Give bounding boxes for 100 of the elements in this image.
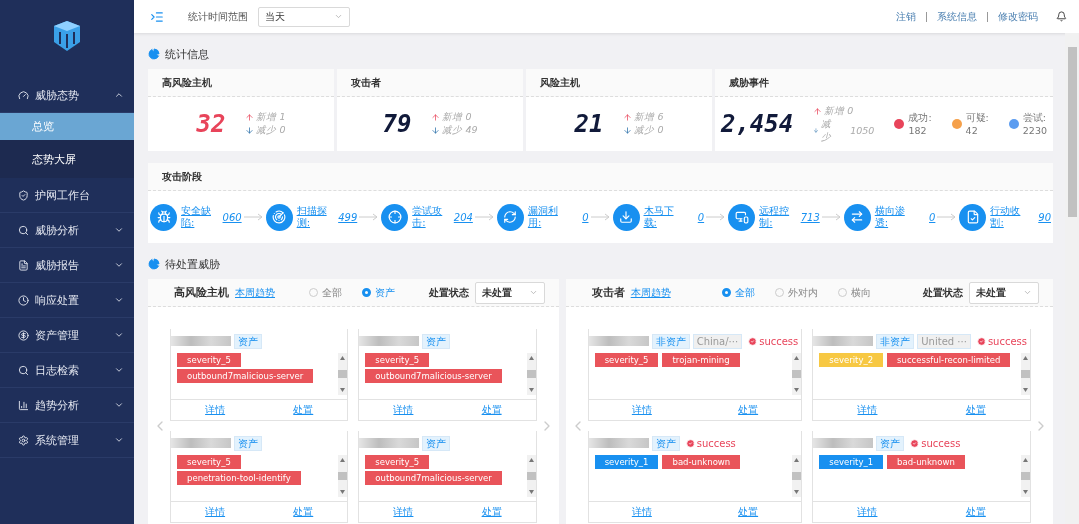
stage-count[interactable]: 0 <box>929 211 936 223</box>
scroll-bar[interactable] <box>338 353 348 395</box>
header-link[interactable]: 注销 <box>896 9 916 24</box>
asset-tag: 资产 <box>422 333 451 349</box>
status-tag: success <box>682 436 739 450</box>
severity-label: severity_1 <box>594 455 659 469</box>
scroll-bar[interactable] <box>1021 353 1030 395</box>
radio-option[interactable]: 全部 <box>722 285 756 300</box>
time-select[interactable]: 当天 <box>258 6 350 27</box>
added-count: 新增 1 <box>256 111 286 124</box>
action-link[interactable]: 处置 <box>965 505 986 519</box>
stage-count[interactable]: 499 <box>338 211 358 223</box>
radio-option[interactable]: 全部 <box>308 285 342 300</box>
stage-link[interactable]: 横向渗透: <box>874 205 915 229</box>
severity-label: severity_5 <box>594 353 659 367</box>
asset-tag: 资产 <box>234 435 262 451</box>
severity-label: bad-unknown <box>662 455 741 469</box>
arrow-down-icon <box>245 126 255 135</box>
nav-item[interactable]: 趋势分析 <box>0 388 134 423</box>
trend-link[interactable]: 本周趋势 <box>630 285 671 300</box>
action-link[interactable]: 处置 <box>481 505 502 519</box>
action-link[interactable]: 详情 <box>857 505 878 519</box>
action-link[interactable]: 详情 <box>631 505 652 519</box>
severity-label: severity_5 <box>365 353 430 367</box>
monitor-icon <box>728 203 756 231</box>
scroll-bar[interactable] <box>338 455 348 497</box>
stage-count[interactable]: 90 <box>1038 211 1051 223</box>
stage-count[interactable]: 204 <box>453 211 473 223</box>
status-select[interactable]: 未处置 <box>969 281 1039 304</box>
nav-item[interactable]: 威胁分析 <box>0 213 134 248</box>
action-link[interactable]: 详情 <box>205 403 226 417</box>
action-link[interactable]: 详情 <box>205 505 226 519</box>
removed-count: 减少 49 <box>442 124 478 137</box>
arrows-icon <box>843 203 871 231</box>
action-link[interactable]: 处置 <box>738 505 759 519</box>
scroll-bar[interactable] <box>1021 455 1030 497</box>
card-title: 攻击者 <box>337 69 523 97</box>
redacted-text <box>813 336 874 346</box>
nav-item[interactable]: 护网工作台 <box>0 178 134 213</box>
breakdown-label: 尝试: <box>1022 112 1047 125</box>
nav-item[interactable]: 资产管理 <box>0 318 134 353</box>
stage-count[interactable]: 0 <box>582 211 589 223</box>
stage-link[interactable]: 漏洞利用: <box>527 205 568 229</box>
chevron-down-icon <box>334 12 343 21</box>
scroll-bar[interactable] <box>792 353 802 395</box>
arrow-up-icon <box>813 106 823 116</box>
card-title: 风险主机 <box>525 69 712 97</box>
header-link[interactable]: 修改密码 <box>998 9 1038 24</box>
document-icon <box>18 259 29 271</box>
severity-label: outbound7malicious-server <box>177 369 314 383</box>
settings-icon <box>18 434 29 446</box>
radio-option[interactable]: 资产 <box>361 285 395 300</box>
header-link[interactable]: 系统信息 <box>937 9 977 24</box>
menu-toggle-icon[interactable] <box>150 9 164 24</box>
nav-subitem[interactable]: 总览 <box>0 113 134 140</box>
stage-link[interactable]: 安全缺陷: <box>181 205 219 229</box>
action-link[interactable]: 详情 <box>631 403 652 417</box>
stage-count[interactable]: 060 <box>222 211 242 223</box>
action-link[interactable]: 处置 <box>293 505 314 519</box>
radio-option[interactable]: 横向 <box>838 285 872 300</box>
stage-count[interactable]: 713 <box>800 211 820 223</box>
action-link[interactable]: 处置 <box>965 403 986 417</box>
status-select[interactable]: 未处置 <box>474 281 545 304</box>
action-link[interactable]: 详情 <box>857 403 878 417</box>
severity-label: bad-unknown <box>887 455 965 469</box>
search-icon <box>18 364 29 376</box>
action-link[interactable]: 详情 <box>393 505 414 519</box>
chevron-down-icon <box>114 330 124 340</box>
scroll-bar[interactable] <box>526 353 536 395</box>
scroll-bar[interactable] <box>526 455 536 497</box>
scroll-bar[interactable] <box>792 455 802 497</box>
action-link[interactable]: 处置 <box>293 403 314 417</box>
chevron-down-icon <box>114 365 124 375</box>
bell-icon[interactable] <box>1056 11 1067 22</box>
severity-label: severity_2 <box>819 353 884 367</box>
stage-count[interactable]: 0 <box>697 211 705 223</box>
document-check-icon <box>959 203 987 231</box>
severity-label: severity_5 <box>177 455 241 469</box>
action-link[interactable]: 详情 <box>393 403 414 417</box>
action-link[interactable]: 处置 <box>481 403 502 417</box>
stage-link[interactable]: 远程控制: <box>759 205 797 229</box>
stage-link[interactable]: 扫描探测: <box>296 205 335 229</box>
stage-link[interactable]: 木马下载: <box>643 205 684 229</box>
asset-tag: 资产 <box>234 333 262 349</box>
nav-item[interactable]: 威胁报告 <box>0 248 134 283</box>
severity-label: severity_5 <box>365 455 430 469</box>
breakdown-label: 成功: <box>908 112 932 125</box>
nav-item[interactable]: 响应处置 <box>0 283 134 318</box>
action-link[interactable]: 处置 <box>738 403 759 417</box>
severity-label: trojan-mining <box>662 353 740 367</box>
nav-subitem[interactable]: 态势大屏 <box>0 140 134 178</box>
stage-link[interactable]: 行动收割: <box>990 205 1031 229</box>
radio-option[interactable]: 外对内 <box>775 285 819 300</box>
asset-tag: 资产 <box>651 435 680 451</box>
nav-item[interactable]: 日志检索 <box>0 353 134 388</box>
nav-item[interactable]: 系统管理 <box>0 423 134 458</box>
trend-link[interactable]: 本周趋势 <box>235 285 275 300</box>
chevron-down-icon <box>114 295 124 305</box>
stage-link[interactable]: 尝试攻击: <box>412 205 450 229</box>
chevron-down-icon <box>114 225 124 235</box>
